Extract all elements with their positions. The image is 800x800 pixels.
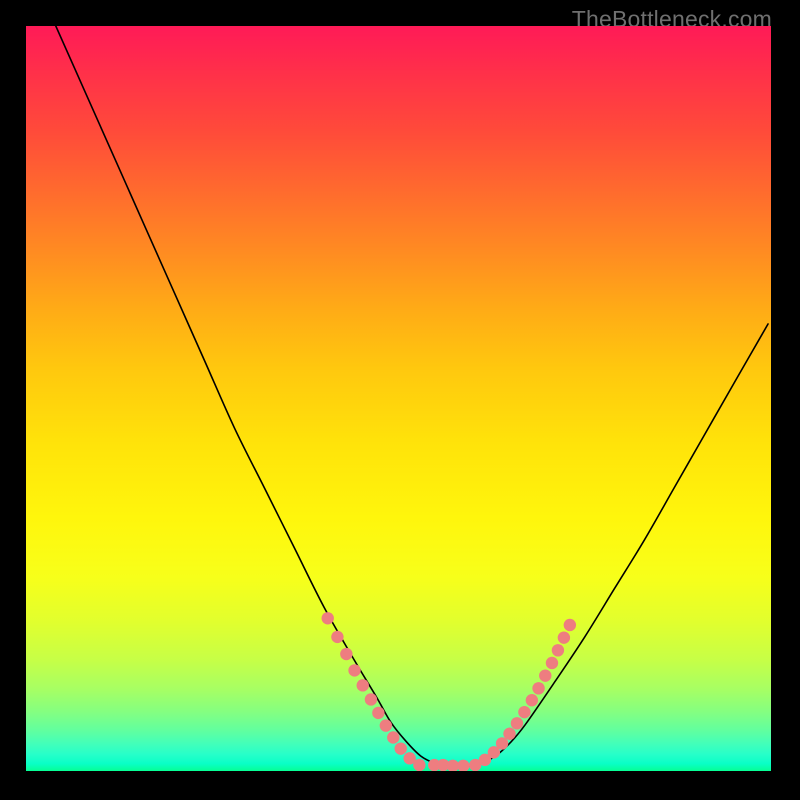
- curve-dot: [387, 731, 399, 743]
- curve-dot: [395, 742, 407, 754]
- curve-dot: [511, 717, 523, 729]
- curve-dot: [539, 669, 551, 681]
- curve-dot: [365, 693, 377, 705]
- curve-dot: [564, 619, 576, 631]
- curve-svg: [26, 26, 771, 771]
- curve-dot: [457, 760, 469, 771]
- curve-dot: [546, 657, 558, 669]
- curve-dots: [322, 612, 577, 771]
- curve-dot: [331, 631, 343, 643]
- curve-dot: [357, 679, 369, 691]
- chart-container: TheBottleneck.com: [0, 0, 800, 800]
- curve-dot: [503, 728, 515, 740]
- curve-dot: [526, 694, 538, 706]
- curve-dot: [558, 631, 570, 643]
- curve-dot: [552, 644, 564, 656]
- bottleneck-curve: [56, 26, 768, 767]
- plot-area: [26, 26, 771, 771]
- curve-dot: [348, 664, 360, 676]
- curve-dot: [518, 706, 530, 718]
- curve-dot: [340, 648, 352, 660]
- curve-dot: [322, 612, 334, 624]
- curve-dot: [380, 719, 392, 731]
- curve-dot: [372, 707, 384, 719]
- curve-dot: [413, 759, 425, 771]
- curve-dot: [532, 682, 544, 694]
